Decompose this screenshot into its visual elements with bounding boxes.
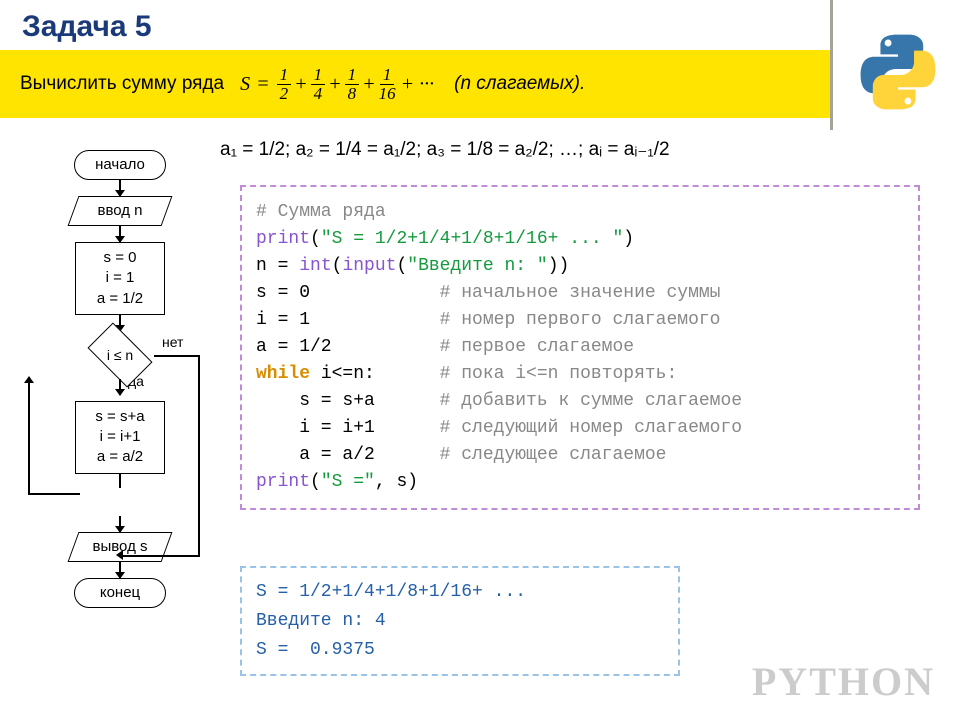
band-post: (n слагаемых). [454,73,585,95]
fc-end: конец [74,578,166,608]
out-l1: S = 1/2+1/4+1/8+1/16+ ... [256,582,526,602]
problem-band: Вычислить сумму ряда S = 12 + 14 + 18 + … [0,50,830,118]
fc-no: нет [162,334,183,350]
plus-2: + [328,73,342,96]
flowchart: начало ввод n s = 0 i = 1 a = 1/2 нет да… [20,150,220,608]
frac-4: 116 [379,66,396,103]
fc-body-s: s = s+a [78,407,162,427]
sequence-formula: a₁ = 1/2; a₂ = 1/4 = a₁/2; a₃ = 1/8 = a₂… [220,138,670,161]
sym-S: S [240,73,250,96]
fc-loop: нет да i ≤ n s = s+a i = i+1 a = a/2 [20,331,220,488]
out-l2: Введите n: 4 [256,611,386,631]
frac-2: 14 [311,66,326,103]
out-l3: S = 0.9375 [256,640,375,660]
fc-init-i: i = 1 [78,268,162,288]
fc-start: начало [74,150,166,180]
fc-body: s = s+a i = i+1 a = a/2 [75,401,165,474]
code-while: while [256,364,310,384]
output-box: S = 1/2+1/4+1/8+1/16+ ... Введите n: 4 S… [240,566,680,676]
python-logo-icon [856,30,940,114]
fc-init-a: a = 1/2 [78,289,162,309]
plus-3: + [362,73,376,96]
plus-1: + [294,73,308,96]
fc-input: ввод n [73,196,167,226]
code-print-1: print [256,229,310,249]
sym-eq: = [256,73,270,96]
fc-cond: i ≤ n [86,331,154,379]
code-listing: # Сумма ряда print("S = 1/2+1/4+1/8+1/16… [240,185,920,510]
band-formula: S = 12 + 14 + 18 + 116 + ··· [236,66,434,103]
frac-3: 18 [345,66,360,103]
dots: + ··· [401,73,435,96]
python-watermark: PYTHON [752,658,935,705]
fc-body-i: i = i+1 [78,427,162,447]
task-title: Задача 5 [22,10,152,44]
fc-body-a: a = a/2 [78,447,162,467]
code-comment-header: # Сумма ряда [256,202,386,222]
fc-output: вывод s [73,532,167,562]
band-pre: Вычислить сумму ряда [20,73,224,95]
fc-init: s = 0 i = 1 a = 1/2 [75,242,165,315]
frac-1: 12 [277,66,292,103]
fc-init-s: s = 0 [78,248,162,268]
code-print-2: print [256,472,310,492]
divider [830,0,833,130]
